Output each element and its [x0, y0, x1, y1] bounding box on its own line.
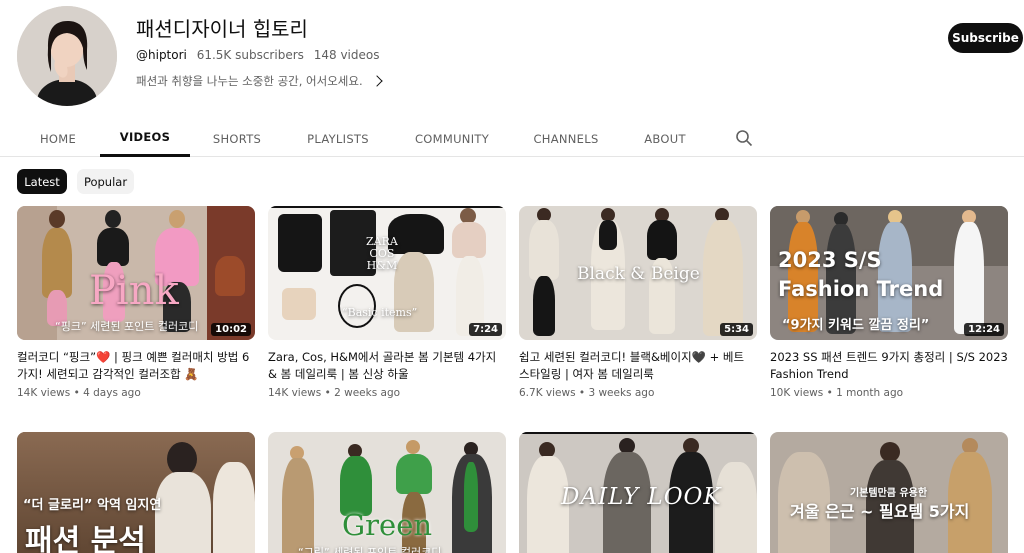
video-title[interactable]: 컬러코디 “핑크”❤️ | 핑크 예쁜 컬러매치 방법 6가지! 세련되고 감각… [17, 349, 255, 383]
tab-videos[interactable]: VIDEOS [100, 120, 190, 157]
video-thumbnail[interactable]: ZARA COS H&M “Basic items” 7:24 [268, 206, 506, 340]
video-card[interactable]: “더 글로리” 악역 임지연 패션 분석 [17, 432, 255, 553]
tab-channels[interactable]: CHANNELS [523, 120, 609, 157]
video-duration: 12:24 [964, 323, 1004, 336]
video-duration: 10:02 [211, 323, 251, 336]
channel-meta: @hiptori 61.5K subscribers 148 videos [136, 46, 896, 64]
subscriber-count: 61.5K subscribers [196, 48, 304, 62]
tab-home[interactable]: HOME [25, 120, 91, 157]
video-title[interactable]: Zara, Cos, H&M에서 골라본 봄 기본템 4가지 & 봄 데일리룩 … [268, 349, 506, 383]
video-count: 148 videos [313, 48, 380, 62]
thumbnail-overlay-caption: 기본템만큼 유용한 [850, 488, 928, 499]
video-duration: 5:34 [720, 323, 753, 336]
chevron-right-icon[interactable] [370, 75, 383, 87]
thumbnail-overlay-title: 2023 S/S Fashion Trend [778, 248, 944, 301]
video-card[interactable]: Green “그린” 세련된 포인트 컬러코디 [268, 432, 506, 553]
video-views: 10K views [770, 387, 824, 399]
video-card[interactable]: 기본템만큼 유용한 겨울 은근 ~ 필요템 5가지 [770, 432, 1008, 553]
video-thumbnail[interactable]: Green “그린” 세련된 포인트 컬러코디 [268, 432, 506, 553]
video-title[interactable]: 2023 SS 패션 트렌드 9가지 총정리 | S/S 2023 Fashio… [770, 349, 1008, 383]
thumbnail-overlay-caption: “핑크” 세련된 포인트 컬러코디 [55, 320, 199, 333]
channel-description-text: 패션과 취향을 나누는 소중한 공간, 어서오세요. [136, 74, 363, 88]
subscribe-button[interactable]: Subscribe [948, 23, 1023, 53]
video-views: 6.7K views [519, 387, 576, 399]
video-age: 2 weeks ago [334, 387, 401, 399]
thumbnail-overlay-title: 패션 분석 [25, 524, 146, 553]
video-age: 4 days ago [83, 387, 141, 399]
chip-popular[interactable]: Popular [77, 169, 134, 194]
video-views: 14K views [17, 387, 71, 399]
thumbnail-overlay-title: Green [342, 508, 433, 542]
tab-playlists[interactable]: PLAYLISTS [295, 120, 381, 157]
video-card[interactable]: 2023 S/S Fashion Trend “9가지 키워드 깔끔 정리” 1… [770, 206, 1008, 399]
channel-handle: @hiptori [136, 48, 187, 62]
avatar-image [17, 6, 117, 106]
video-age: 3 weeks ago [588, 387, 655, 399]
channel-name: 패션디자이너 힙토리 [136, 17, 308, 41]
channel-info: 패션디자이너 힙토리 @hiptori 61.5K subscribers 14… [136, 16, 896, 90]
video-thumbnail[interactable]: 기본템만큼 유용한 겨울 은근 ~ 필요템 5가지 [770, 432, 1008, 553]
channel-description[interactable]: 패션과 취향을 나누는 소중한 공간, 어서오세요. [136, 72, 896, 90]
video-meta: 14K views • 2 weeks ago [268, 387, 401, 399]
search-icon[interactable] [735, 129, 753, 147]
thumbnail-overlay-caption: “9가지 키워드 깔끔 정리” [782, 318, 930, 333]
thumbnail-overlay-caption: “더 글로리” 악역 임지연 [23, 498, 162, 513]
thumbnail-overlay-title: DAILY LOOK [561, 484, 722, 510]
video-duration: 7:24 [469, 323, 502, 336]
channel-tabs: HOME VIDEOS SHORTS PLAYLISTS COMMUNITY C… [0, 120, 1024, 157]
thumbnail-overlay-caption: “그린” 세련된 포인트 컬러코디 [298, 546, 442, 553]
video-meta: 6.7K views • 3 weeks ago [519, 387, 655, 399]
video-views: 14K views [268, 387, 322, 399]
video-meta: 14K views • 4 days ago [17, 387, 141, 399]
video-thumbnail[interactable]: 2023 S/S Fashion Trend “9가지 키워드 깔끔 정리” 1… [770, 206, 1008, 340]
video-card[interactable]: Black & Beige 5:34 쉽고 세련된 컬러코디! 블랙&베이지🖤 … [519, 206, 757, 399]
video-card[interactable]: Pink “핑크” 세련된 포인트 컬러코디 10:02 컬러코디 “핑크”❤️… [17, 206, 255, 399]
video-title[interactable]: 쉽고 세련된 컬러코디! 블랙&베이지🖤 + 베트 스타일링 | 여자 봄 데일… [519, 349, 757, 383]
thumbnail-overlay-caption: “Basic items” [342, 306, 418, 319]
tab-about[interactable]: ABOUT [633, 120, 697, 157]
thumbnail-overlay-title: Black & Beige [577, 264, 700, 284]
video-card[interactable]: DAILY LOOK [519, 432, 757, 553]
video-thumbnail[interactable]: Pink “핑크” 세련된 포인트 컬러코디 10:02 [17, 206, 255, 340]
tab-shorts[interactable]: SHORTS [203, 120, 271, 157]
video-thumbnail[interactable]: “더 글로리” 악역 임지연 패션 분석 [17, 432, 255, 553]
thumbnail-overlay-title: Pink [89, 268, 179, 314]
thumbnail-overlay-title: 겨울 은근 ~ 필요템 5가지 [790, 502, 970, 521]
tab-community[interactable]: COMMUNITY [405, 120, 499, 157]
video-thumbnail[interactable]: DAILY LOOK [519, 432, 757, 553]
video-card[interactable]: ZARA COS H&M “Basic items” 7:24 Zara, Co… [268, 206, 506, 399]
video-thumbnail[interactable]: Black & Beige 5:34 [519, 206, 757, 340]
video-age: 1 month ago [836, 387, 904, 399]
thumbnail-overlay-title: ZARA COS H&M [366, 235, 398, 272]
chip-latest[interactable]: Latest [17, 169, 67, 194]
channel-avatar[interactable] [17, 6, 117, 106]
video-meta: 10K views • 1 month ago [770, 387, 904, 399]
